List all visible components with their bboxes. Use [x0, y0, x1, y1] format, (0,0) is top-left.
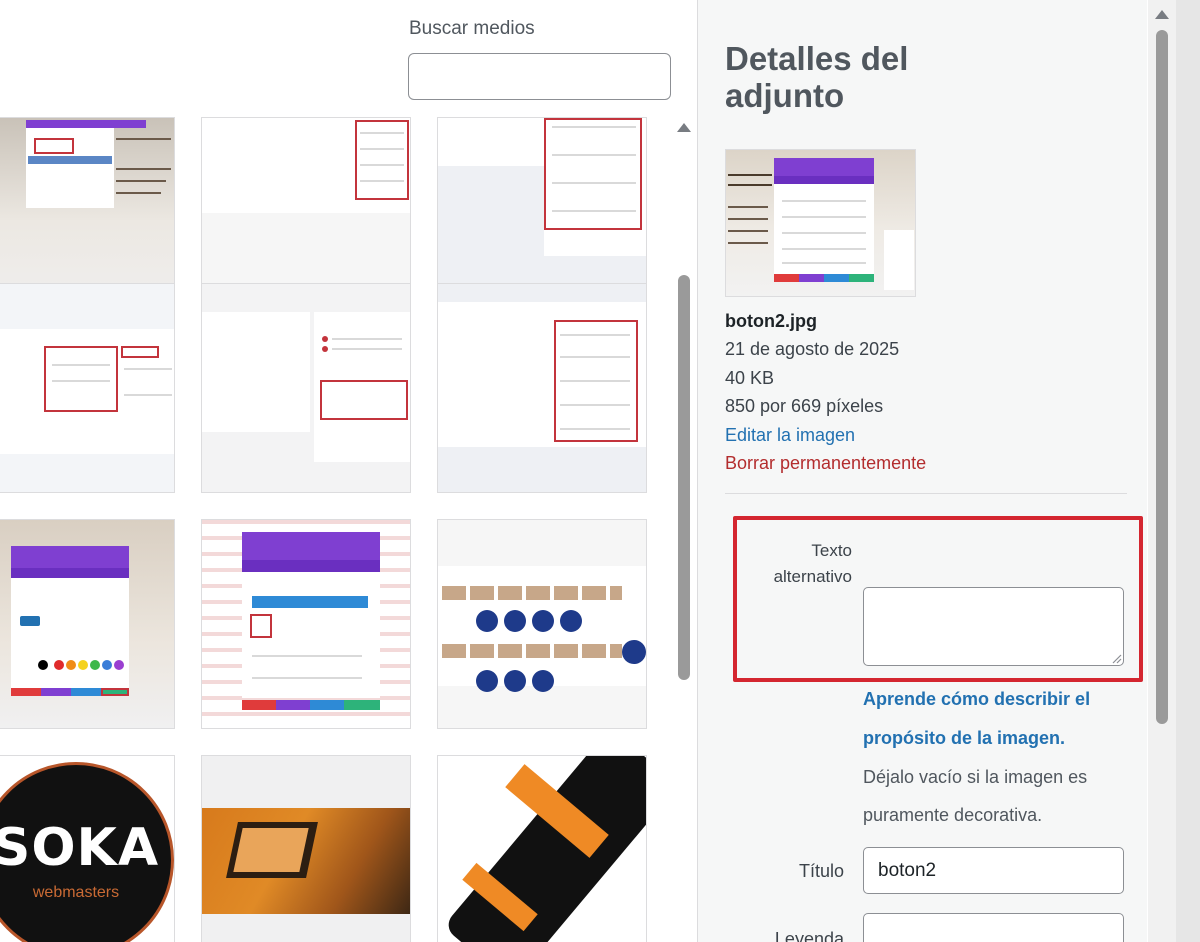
window-edge-strip: [1176, 0, 1200, 942]
title-label: Título: [798, 861, 844, 881]
alt-text-help-note: Déjalo vacío si la imagen es puramente d…: [863, 767, 1088, 825]
delete-permanently-link[interactable]: Borrar permanentemente: [725, 453, 926, 474]
attachment-upload-date: 21 de agosto de 2025: [725, 339, 900, 359]
caption-label: Leyenda: [774, 929, 844, 942]
edit-image-link[interactable]: Editar la imagen: [725, 425, 855, 446]
details-divider: [725, 493, 1127, 494]
media-thumbnail[interactable]: [0, 519, 175, 729]
alt-text-textarea[interactable]: [863, 587, 1124, 666]
alt-text-help-link[interactable]: Aprende cómo describir el propósito de l…: [863, 680, 1133, 758]
media-thumbnail[interactable]: [201, 755, 411, 942]
media-thumbnail[interactable]: [437, 519, 647, 729]
caption-input[interactable]: [863, 913, 1124, 942]
media-thumbnail[interactable]: [0, 283, 175, 493]
media-grid-panel: Buscar medios SOKA webmasters: [0, 0, 697, 942]
grid-scroll-up-icon[interactable]: [677, 123, 691, 132]
media-thumbnail-pencil[interactable]: [437, 755, 647, 942]
media-thumbnail[interactable]: [437, 283, 647, 493]
soka-logo-subtext: webmasters: [32, 884, 120, 901]
search-label: Buscar medios: [409, 18, 535, 39]
sidebar-scrollbar-thumb[interactable]: [1156, 30, 1168, 724]
media-thumbnail[interactable]: [201, 283, 411, 493]
media-thumbnail[interactable]: [201, 519, 411, 729]
attachment-details-panel: Detalles del adjunto boton2.jpg 21 de ag…: [697, 0, 1147, 942]
media-thumbnail-soka-logo[interactable]: SOKA webmasters: [0, 755, 175, 942]
alt-text-label: Texto alternativo: [773, 541, 852, 586]
soka-logo-text: SOKA: [0, 818, 160, 878]
grid-scrollbar[interactable]: [678, 275, 690, 680]
resize-grip-icon[interactable]: [1110, 652, 1122, 664]
search-media-input[interactable]: [408, 53, 671, 100]
details-title: Detalles del adjunto: [725, 40, 909, 114]
attachment-dimensions: 850 por 669 píxeles: [725, 396, 884, 416]
attachment-filesize: 40 KB: [725, 368, 775, 388]
sidebar-scroll-up-icon[interactable]: [1155, 10, 1169, 19]
title-input[interactable]: [863, 847, 1124, 894]
attachment-filename: boton2.jpg: [725, 311, 817, 331]
attachment-preview: [725, 149, 916, 297]
